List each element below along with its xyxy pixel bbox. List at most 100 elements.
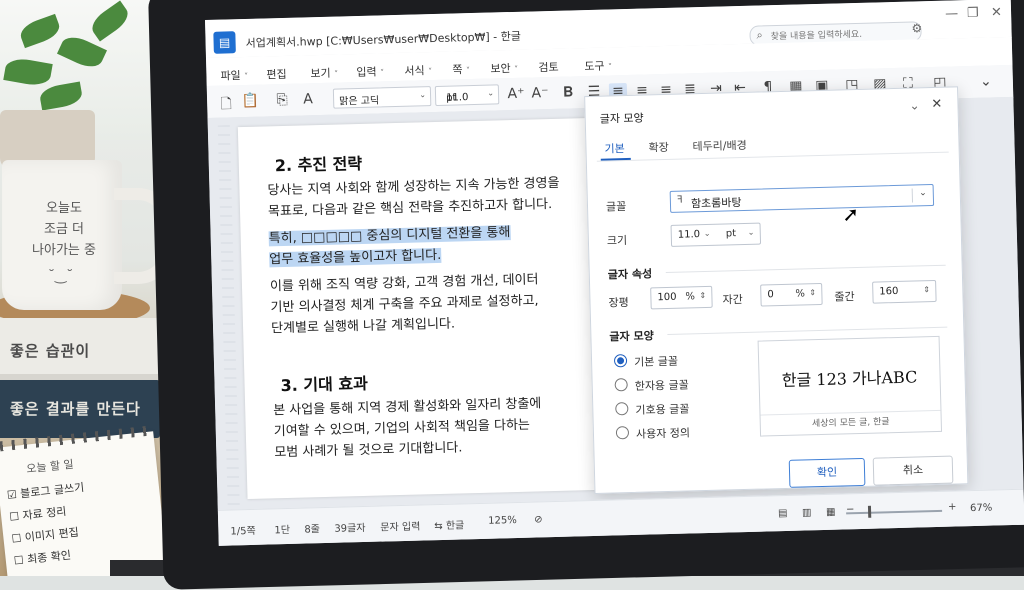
radio-symbol-font[interactable] — [615, 402, 629, 416]
radio-label: 기본 글꼴 — [633, 354, 679, 369]
font-preview: 한글 123 가나ABC 세상의 모든 글, 한글 — [757, 335, 943, 437]
mouse-cursor-icon: ➚ — [841, 201, 860, 227]
font-select[interactable]: ꟻ 함초롬바탕 ⌄ — [669, 183, 935, 213]
book-title: 좋은 습관이 — [10, 342, 91, 360]
menu-view[interactable]: 보기 ˅ — [310, 65, 338, 82]
menu-label: 쪽 — [452, 63, 463, 77]
zoom-level[interactable]: 125% — [488, 515, 517, 527]
radio-hanja-font[interactable] — [614, 378, 628, 392]
menu-insert[interactable]: 입력 ˅ — [356, 63, 384, 80]
menu-review[interactable]: 검토 — [538, 59, 559, 76]
tab-basic[interactable]: 기본 — [604, 140, 625, 157]
chevron-down-icon: ˅ — [514, 64, 519, 74]
document-title: 서업계획서.hwp [C:₩Users₩user₩Desktop₩] - 한글 — [245, 29, 522, 50]
settings-gear-icon[interactable]: ⚙ — [911, 21, 922, 35]
web-layout-icon[interactable]: ▤ — [778, 508, 788, 519]
notepad-item: ☑ 블로그 글쓰기 — [6, 480, 85, 502]
size-input[interactable]: 11.0 ⌄ pt ⌄ — [670, 222, 762, 247]
menu-edit[interactable]: 편집 — [266, 66, 287, 83]
format-painter-icon[interactable]: ⎘ — [273, 92, 291, 108]
tab-border-background[interactable]: 테두리/배경 — [692, 137, 747, 154]
smile-icon: ˘‿˘ — [48, 268, 74, 284]
zoom-in-icon[interactable]: + — [948, 501, 957, 512]
chevron-down-icon: ⌄ — [919, 188, 927, 199]
chevron-down-icon: ˅ — [428, 67, 433, 77]
clipboard-icon[interactable]: 📋 — [241, 93, 259, 109]
selected-text-line: 업무 효율성을 높이고자 합니다. — [269, 247, 442, 268]
font-type-icon: ꟻ — [676, 194, 683, 206]
chevron-down-icon: ⌄ — [487, 88, 495, 98]
char-count: 39글자 — [334, 522, 366, 535]
spacing-input[interactable]: 0 % ⇕ — [760, 282, 823, 307]
chevron-down-icon: ⌄ — [419, 90, 427, 100]
vertical-ruler — [217, 125, 240, 506]
selected-text-line: 특히, □□□□□ 중심의 디지털 전환을 통해 — [268, 225, 511, 247]
paragraph: 이를 위해 조직 역량 강화, 고객 경험 개선, 데이터 기반 의사결정 체계… — [270, 267, 612, 339]
bold-icon[interactable]: 𝐁 — [559, 84, 577, 100]
font-shrink-icon[interactable]: A⁻ — [531, 85, 549, 101]
preview-sample: 한글 123 가나ABC — [781, 367, 918, 391]
stepper-icon: ⇕ — [923, 285, 931, 295]
restore-icon[interactable]: ❐ — [967, 6, 979, 21]
ok-button[interactable]: 확인 — [788, 457, 866, 488]
search-icon: ⌕ — [756, 28, 763, 42]
notepad-item: ☐ 최종 확인 — [13, 548, 72, 568]
menu-tools[interactable]: 도구 ˅ — [584, 57, 612, 74]
char-shape-icon[interactable]: A — [299, 91, 317, 107]
input-mode[interactable]: 문자 입력 — [380, 518, 420, 534]
sync-icon: ⇆ — [434, 520, 447, 533]
menu-label: 서식 — [404, 64, 425, 78]
menu-label: 편집 — [266, 67, 287, 82]
mug-text-line: 나아가는 중 — [32, 243, 96, 258]
hwp-app-icon: ▤ — [213, 31, 236, 54]
chevron-down-icon: ˅ — [334, 69, 339, 79]
track-changes-icon[interactable]: ⊘ — [534, 514, 543, 525]
stepper-icon: ⇕ — [699, 290, 707, 301]
width-ratio-value: 100 — [657, 291, 677, 304]
section-divider — [665, 264, 946, 274]
print-layout-icon[interactable]: ▥ — [802, 507, 812, 518]
menu-file[interactable]: 파일 ˅ — [220, 67, 248, 84]
line-spacing-input[interactable]: 160 ⇕ — [872, 279, 937, 304]
radio-basic-font[interactable] — [613, 354, 628, 368]
language-value: 한글 — [445, 520, 465, 532]
line-indicator: 8줄 — [304, 524, 321, 536]
chevron-down-icon[interactable]: ⌄ — [909, 98, 919, 112]
menu-label: 입력 — [356, 65, 377, 80]
font-grow-icon[interactable]: A⁺ — [507, 86, 525, 102]
section-divider — [667, 326, 948, 336]
radio-custom[interactable] — [615, 426, 630, 440]
tab-extended[interactable]: 확장 — [648, 139, 669, 156]
section-heading: 3. 기대 효과 — [280, 373, 369, 396]
zoom-percent: 67% — [969, 502, 993, 515]
font-value: 함초롬바탕 — [690, 196, 742, 211]
menu-label: 보안 — [490, 62, 511, 76]
close-icon[interactable]: ✕ — [991, 5, 1002, 20]
zoom-slider-thumb[interactable] — [867, 505, 872, 518]
zoom-slider[interactable] — [846, 509, 943, 515]
width-ratio-input[interactable]: 100 % ⇕ — [650, 285, 713, 310]
close-icon[interactable]: ✕ — [931, 97, 942, 112]
cancel-button[interactable]: 취소 — [872, 455, 954, 486]
chevron-down-icon: ˅ — [244, 71, 249, 81]
grid-view-icon[interactable]: ▦ — [826, 507, 836, 518]
section-heading: 2. 추진 전략 — [274, 153, 363, 176]
new-document-icon[interactable]: 🗋 — [217, 93, 236, 117]
radio-label: 사용자 정의 — [635, 426, 691, 441]
menu-security[interactable]: 보안 ˅ — [490, 60, 518, 77]
minimize-icon[interactable]: — — [945, 6, 958, 21]
language-indicator[interactable]: ⇆ 한글 — [434, 516, 464, 532]
font-size-select[interactable]: 11.0 pt ⌄ — [434, 84, 500, 107]
column-indicator: 1단 — [274, 524, 291, 537]
paragraph: 당사는 지역 사회와 함께 성장하는 지속 가능한 경영을 목표로, 다음과 같… — [267, 172, 608, 223]
menu-page[interactable]: 쪽 ˅ — [452, 61, 470, 77]
font-name-select[interactable]: 맑은 고딕 ⌄ — [332, 86, 432, 109]
chevron-down-icon: ˅ — [380, 68, 385, 78]
font-label: 글꼴 — [605, 200, 627, 214]
width-ratio-unit: % — [685, 291, 696, 303]
ribbon-collapse-icon[interactable]: ⌄ — [977, 73, 995, 89]
document-page[interactable]: 2. 추진 전략 당사는 지역 사회와 함께 성장하는 지속 가능한 경영을 목… — [237, 117, 628, 500]
paragraph: 본 사업을 통해 지역 경제 활성화와 일자리 창출에 기여할 수 있으며, 기… — [273, 391, 615, 463]
mug-text: 오늘도 조금 더 나아가는 중 — [24, 198, 104, 261]
menu-format[interactable]: 서식 ˅ — [404, 62, 432, 79]
